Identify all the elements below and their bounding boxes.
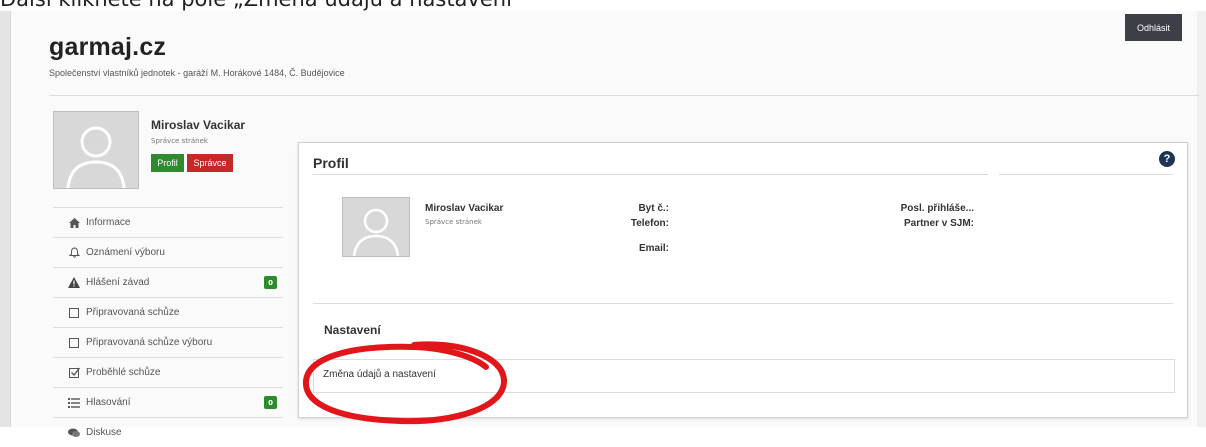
instruction-caption: Další kliknete na pole „Změna údajů a na…: [0, 0, 1206, 11]
user-role: Správce stránek: [151, 137, 208, 145]
profile-title: Profil: [313, 155, 349, 171]
sidebar-item-oznameni[interactable]: Oznámení výboru: [53, 237, 283, 267]
sidebar-item-diskuse[interactable]: Diskuse: [53, 417, 283, 447]
sidebar-item-informace[interactable]: Informace: [53, 207, 283, 237]
count-badge: 0: [264, 276, 277, 289]
sidebar-item-probehle-schuze[interactable]: Proběhlé schůze: [53, 357, 283, 387]
sidebar-item-label: Oznámení výboru: [86, 247, 165, 258]
count-badge: 0: [264, 396, 277, 409]
site-title[interactable]: garmaj.cz: [49, 33, 166, 62]
sidebar-menu: Informace Oznámení výboru Hlášení závad …: [53, 207, 283, 447]
divider: [999, 174, 1173, 175]
sidebar-item-pripravovana-schuze-vyboru[interactable]: Připravovaná schůze výboru: [53, 327, 283, 357]
bell-icon: [65, 247, 83, 258]
sidebar-item-label: Diskuse: [86, 427, 122, 438]
email-label: Email:: [638, 243, 669, 254]
byt-label: Byt č.:: [638, 203, 669, 214]
user-box: Miroslav Vacikar Správce stránek Profil …: [53, 111, 286, 197]
header-divider: [49, 95, 1199, 96]
sidebar-item-label: Hlasování: [86, 397, 131, 408]
sidebar-item-label: Proběhlé schůze: [86, 367, 161, 378]
posl-prihlaseni-label: Posl. přihláše...: [900, 203, 974, 214]
profile-avatar: [342, 197, 410, 257]
checkbox-empty-icon: [65, 307, 83, 318]
partner-label: Partner v SJM:: [903, 218, 974, 229]
settings-title: Nastavení: [324, 323, 381, 337]
sidebar-item-label: Hlášení závad: [86, 277, 150, 288]
checkbox-empty-icon: [65, 337, 83, 348]
site-subtitle: Společenství vlastníků jednotek - garáží…: [49, 68, 345, 78]
sidebar-item-label: Informace: [86, 217, 131, 228]
divider: [313, 303, 1173, 304]
list-icon: [65, 397, 83, 408]
help-icon[interactable]: ?: [1159, 151, 1175, 167]
avatar[interactable]: [53, 111, 139, 189]
logout-button[interactable]: Odhlásit: [1125, 14, 1182, 41]
profile-panel: Profil ? Miroslav Vacikar Správce stráne…: [298, 142, 1188, 418]
telefon-label: Telefon:: [630, 218, 669, 229]
profil-badge[interactable]: Profil: [151, 154, 184, 172]
user-silhouette-icon: [54, 112, 138, 188]
home-icon: [65, 217, 83, 228]
sidebar-item-label: Připravovaná schůze: [86, 307, 180, 318]
comments-icon: [65, 428, 83, 438]
sidebar-item-hlaseni-zavad[interactable]: Hlášení závad 0: [53, 267, 283, 297]
divider: [313, 174, 988, 175]
sidebar-item-hlasovani[interactable]: Hlasování 0: [53, 387, 283, 417]
sidebar-item-label: Připravovaná schůze výboru: [86, 337, 213, 348]
spravce-badge[interactable]: Správce: [187, 154, 233, 172]
warning-icon: [65, 277, 83, 288]
profile-name: Miroslav Vacikar: [425, 203, 504, 214]
user-silhouette-icon: [343, 198, 409, 256]
checkbox-checked-icon: [65, 367, 83, 378]
page: Odhlásit garmaj.cz Společenství vlastník…: [10, 11, 1199, 438]
settings-link-box[interactable]: [313, 359, 1175, 393]
change-settings-link[interactable]: Změna údajů a nastavení: [323, 369, 436, 380]
sidebar-item-pripravovana-schuze[interactable]: Připravovaná schůze: [53, 297, 283, 327]
user-name: Miroslav Vacikar: [151, 118, 246, 132]
window-edge: [0, 11, 10, 427]
profile-role: Správce stránek: [425, 218, 482, 226]
